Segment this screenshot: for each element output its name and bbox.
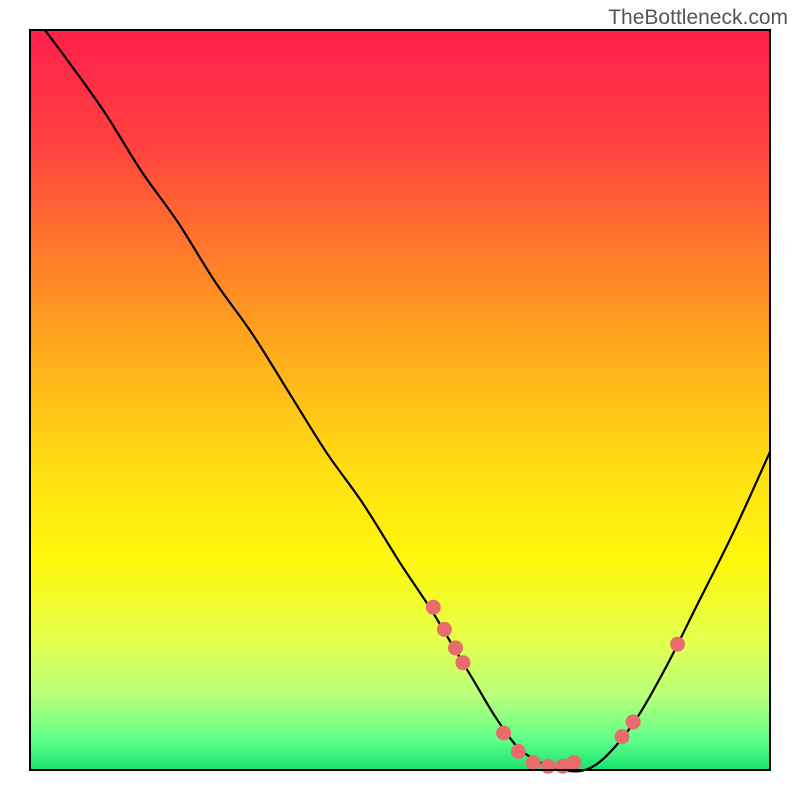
highlight-dot bbox=[670, 637, 685, 652]
bottleneck-chart bbox=[0, 0, 800, 800]
highlight-dot bbox=[455, 655, 470, 670]
highlight-dot bbox=[566, 755, 581, 770]
chart-container bbox=[0, 0, 800, 800]
highlight-dot bbox=[448, 640, 463, 655]
highlight-dot bbox=[526, 755, 541, 770]
highlight-dot bbox=[615, 729, 630, 744]
highlight-dot bbox=[496, 726, 511, 741]
highlight-dot bbox=[437, 622, 452, 637]
highlight-dot bbox=[626, 714, 641, 729]
highlight-dot bbox=[511, 744, 526, 759]
chart-background bbox=[30, 30, 770, 770]
highlight-dot bbox=[541, 759, 556, 774]
watermark-text: TheBottleneck.com bbox=[608, 6, 788, 30]
highlight-dot bbox=[426, 600, 441, 615]
